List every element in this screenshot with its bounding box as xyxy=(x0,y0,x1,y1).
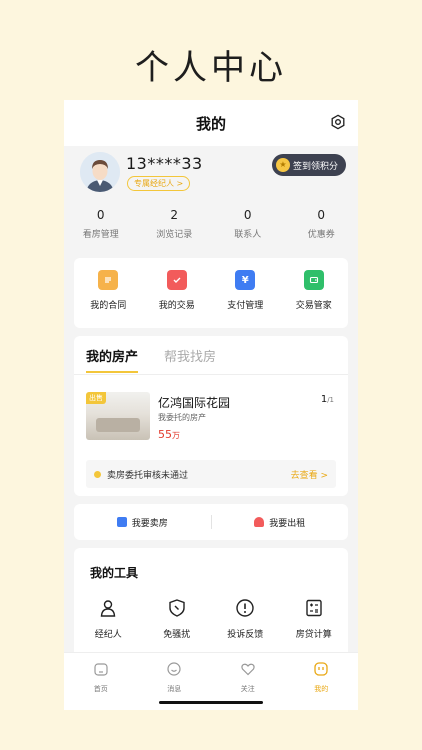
home-icon xyxy=(94,663,108,676)
avatar[interactable] xyxy=(80,152,120,192)
agent-icon xyxy=(100,600,116,617)
wallet-icon xyxy=(303,270,324,290)
rent-out-button[interactable]: 我要出租 xyxy=(212,516,349,529)
phone-screen: 我的 13****33 专属经纪人 > ★ 签到领积分 0 看房管理 2 浏览记… xyxy=(64,100,358,710)
tools-card: 我的工具 经纪人 免骚扰 投诉反馈 房贷计算 xyxy=(74,548,348,658)
notice-dot-icon xyxy=(94,470,101,478)
tabbar-home[interactable]: 首页 xyxy=(64,653,138,710)
property-name[interactable]: 亿鸿国际花园 xyxy=(158,394,230,411)
property-image[interactable]: 出售 xyxy=(86,392,150,440)
building-icon xyxy=(116,517,127,527)
tool-label: 经纪人 xyxy=(94,630,122,640)
sofa-icon xyxy=(254,517,265,527)
trade-icon xyxy=(166,270,187,290)
tools-title: 我的工具 xyxy=(90,566,139,580)
stats-row: 0 看房管理 2 浏览记录 0 联系人 0 优惠券 xyxy=(64,204,358,250)
sale-badge: 出售 xyxy=(86,392,106,404)
sell-rent-actions: 我要卖房 我要出租 xyxy=(74,504,348,540)
stat-label: 优惠券 xyxy=(307,230,335,240)
property-subtitle: 我委托的房产 xyxy=(158,413,206,422)
notice-link[interactable]: 去查看 > xyxy=(291,468,328,481)
tool-label: 房贷计算 xyxy=(295,630,332,640)
pager-total: /1 xyxy=(327,396,334,404)
quick-label: 支付管理 xyxy=(227,301,264,311)
tool-agent[interactable]: 经纪人 xyxy=(74,598,143,640)
tool-feedback[interactable]: 投诉反馈 xyxy=(211,598,280,640)
alert-icon xyxy=(236,599,254,617)
coin-icon: ★ xyxy=(275,158,290,172)
stat-value: 0 xyxy=(96,208,105,222)
home-indicator[interactable] xyxy=(159,701,263,704)
notice-text: 卖房委托审核未通过 xyxy=(107,470,189,481)
tab-my-property[interactable]: 我的房产 xyxy=(86,346,139,373)
tabbar-mine[interactable]: 我的 xyxy=(285,653,359,710)
payment-icon: ¥ xyxy=(235,270,256,290)
quick-label: 我的合同 xyxy=(90,301,127,311)
stat-label: 联系人 xyxy=(234,230,262,240)
message-icon xyxy=(167,662,181,676)
review-notice[interactable]: 卖房委托审核未通过 去查看 > xyxy=(86,460,336,488)
stat-history[interactable]: 2 浏览记录 xyxy=(138,204,212,250)
nav-bar: 我的 xyxy=(64,100,358,146)
agent-tag[interactable]: 专属经纪人 > xyxy=(127,176,191,191)
property-card: 我的房产 帮我找房 出售 亿鸿国际花园 我委托的房产 55万 1/1 卖房委托审… xyxy=(74,336,348,496)
settings-icon[interactable] xyxy=(330,114,346,130)
price-value: 55 xyxy=(158,428,172,441)
stat-value: 2 xyxy=(170,208,179,222)
contract-icon xyxy=(98,270,119,290)
sofa-illustration xyxy=(96,418,140,432)
tools-row: 经纪人 免骚扰 投诉反馈 房贷计算 xyxy=(74,598,348,640)
quick-trade[interactable]: 我的交易 xyxy=(143,258,212,328)
page-title: 我的 xyxy=(195,114,226,133)
tabbar-label: 关注 xyxy=(240,685,255,693)
stat-label: 浏览记录 xyxy=(156,230,193,240)
heart-icon xyxy=(241,663,255,676)
user-phone: 13****33 xyxy=(126,154,203,173)
sell-house-button[interactable]: 我要卖房 xyxy=(74,516,211,529)
calculator-icon xyxy=(306,599,322,617)
action-label: 我要卖房 xyxy=(131,518,168,529)
profile-icon xyxy=(314,662,328,676)
price-unit: 万 xyxy=(172,431,180,440)
checkin-label: 签到领积分 xyxy=(292,161,338,172)
hero-title: 个人中心 xyxy=(135,48,287,88)
divider xyxy=(74,374,348,375)
tab-find-house[interactable]: 帮我找房 xyxy=(164,346,216,373)
stat-value: 0 xyxy=(243,208,252,222)
stat-contacts[interactable]: 0 联系人 xyxy=(211,204,285,250)
stat-coupons[interactable]: 0 优惠券 xyxy=(285,204,359,250)
quick-steward[interactable]: 交易管家 xyxy=(280,258,349,328)
property-pager: 1/1 xyxy=(321,394,334,405)
tool-mortgage[interactable]: 房贷计算 xyxy=(280,598,349,640)
quick-label: 我的交易 xyxy=(158,301,195,311)
checkin-button[interactable]: ★ 签到领积分 xyxy=(271,154,346,176)
profile-header: 13****33 专属经纪人 > ★ 签到领积分 xyxy=(64,146,358,204)
action-label: 我要出租 xyxy=(269,518,306,529)
quick-payment[interactable]: ¥ 支付管理 xyxy=(211,258,280,328)
property-price: 55万 xyxy=(158,428,180,441)
shield-icon xyxy=(169,599,185,617)
tabbar-label: 消息 xyxy=(167,685,182,693)
tabbar-label: 我的 xyxy=(314,685,329,693)
tabbar-label: 首页 xyxy=(93,685,108,693)
property-tabs: 我的房产 帮我找房 xyxy=(86,346,216,373)
quick-actions: 我的合同 我的交易 ¥ 支付管理 交易管家 xyxy=(74,258,348,328)
stat-viewing[interactable]: 0 看房管理 xyxy=(64,204,138,250)
stat-value: 0 xyxy=(317,208,326,222)
quick-label: 交易管家 xyxy=(295,301,332,311)
stat-label: 看房管理 xyxy=(82,230,119,240)
quick-contract[interactable]: 我的合同 xyxy=(74,258,143,328)
bottom-tab-bar: 首页 消息 关注 我的 xyxy=(64,652,358,710)
tool-label: 免骚扰 xyxy=(163,630,191,640)
tool-no-disturb[interactable]: 免骚扰 xyxy=(143,598,212,640)
tool-label: 投诉反馈 xyxy=(227,630,264,640)
